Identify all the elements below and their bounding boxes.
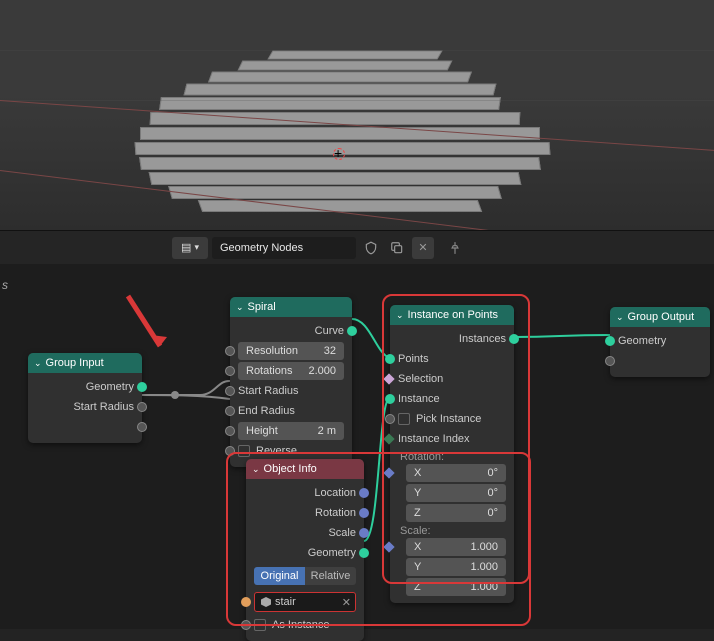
socket-output-curve[interactable] bbox=[347, 326, 357, 336]
end-radius-label: End Radius bbox=[238, 405, 295, 417]
input-label-geometry: Geometry bbox=[618, 335, 666, 347]
output-label-rotation: Rotation bbox=[315, 507, 356, 519]
socket-input-rotations[interactable] bbox=[225, 366, 235, 376]
node-title: Object Info bbox=[264, 463, 317, 475]
output-label-geometry: Geometry bbox=[308, 547, 356, 559]
output-label-instances: Instances bbox=[459, 333, 506, 345]
node-header[interactable]: ⌄ Instance on Points bbox=[390, 305, 514, 325]
object-picker-field[interactable]: stair ✕ bbox=[254, 592, 356, 612]
node-editor-canvas[interactable]: s ⌄ Group Input Geometry Start Radius bbox=[0, 264, 714, 629]
rotation-x-field[interactable]: X 0° bbox=[406, 464, 506, 482]
resolution-field[interactable]: Resolution 32 bbox=[238, 342, 344, 360]
socket-input-instance[interactable] bbox=[385, 394, 395, 404]
rotations-field[interactable]: Rotations 2.000 bbox=[238, 362, 344, 380]
input-label-instance: Instance bbox=[398, 393, 440, 405]
axis-label: s bbox=[2, 278, 8, 292]
socket-input-selection[interactable] bbox=[383, 373, 394, 384]
start-radius-label: Start Radius bbox=[238, 385, 299, 397]
node-group-output[interactable]: ⌄ Group Output Geometry bbox=[610, 307, 710, 377]
output-label-scale: Scale bbox=[328, 527, 356, 539]
node-title: Group Output bbox=[628, 311, 695, 323]
socket-output-rotation[interactable] bbox=[359, 508, 369, 518]
mesh-data-icon bbox=[261, 597, 271, 607]
object-name-label: stair bbox=[275, 596, 296, 608]
node-title: Spiral bbox=[248, 301, 276, 313]
mesh-preview bbox=[90, 30, 590, 220]
socket-input-height[interactable] bbox=[225, 426, 235, 436]
pick-instance-checkbox[interactable] bbox=[398, 413, 410, 425]
tab-relative[interactable]: Relative bbox=[305, 567, 356, 585]
input-label-points: Points bbox=[398, 353, 429, 365]
output-label-curve: Curve bbox=[315, 325, 344, 337]
rotation-section-label: Rotation: bbox=[390, 449, 514, 463]
scale-y-field[interactable]: Y 1.000 bbox=[406, 558, 506, 576]
socket-output-geometry[interactable] bbox=[359, 548, 369, 558]
node-spiral[interactable]: ⌄ Spiral Curve Resolution 32 Rotations 2… bbox=[230, 297, 352, 467]
editor-type-dropdown[interactable]: ▤▾ bbox=[172, 237, 208, 259]
node-title: Instance on Points bbox=[408, 309, 499, 321]
duplicate-icon[interactable] bbox=[386, 237, 408, 259]
socket-output-start-radius[interactable] bbox=[137, 402, 147, 412]
output-label-location: Location bbox=[314, 487, 356, 499]
nodegroup-name-field[interactable]: Geometry Nodes bbox=[212, 237, 356, 259]
node-header[interactable]: ⌄ Object Info bbox=[246, 459, 364, 479]
pin-icon[interactable] bbox=[444, 237, 466, 259]
reverse-label: Reverse bbox=[256, 445, 297, 457]
rotation-y-field[interactable]: Y 0° bbox=[406, 484, 506, 502]
node-header[interactable]: ⌄ Group Input bbox=[28, 353, 142, 373]
unlink-close-icon[interactable]: ✕ bbox=[412, 237, 434, 259]
rotation-z-field[interactable]: Z 0° bbox=[406, 504, 506, 522]
node-object-info[interactable]: ⌄ Object Info Location Rotation Scale Ge… bbox=[246, 459, 364, 641]
socket-input-geometry[interactable] bbox=[605, 336, 615, 346]
node-header[interactable]: ⌄ Spiral bbox=[230, 297, 352, 317]
socket-input-pick-instance[interactable] bbox=[385, 414, 395, 424]
output-label-geometry: Geometry bbox=[86, 381, 134, 393]
output-label-start-radius: Start Radius bbox=[73, 401, 134, 413]
socket-input-empty[interactable] bbox=[605, 356, 615, 366]
socket-input-object[interactable] bbox=[241, 597, 251, 607]
scale-x-field[interactable]: X 1.000 bbox=[406, 538, 506, 556]
socket-input-instance-index[interactable] bbox=[383, 433, 394, 444]
socket-output-location[interactable] bbox=[359, 488, 369, 498]
node-header[interactable]: ⌄ Group Output bbox=[610, 307, 710, 327]
node-tree-icon: ▤ bbox=[181, 241, 191, 254]
reverse-checkbox[interactable] bbox=[238, 445, 250, 457]
socket-input-reverse[interactable] bbox=[225, 446, 235, 456]
socket-input-rotation[interactable] bbox=[383, 467, 394, 478]
fake-user-shield-icon[interactable] bbox=[360, 237, 382, 259]
input-label-pick-instance: Pick Instance bbox=[416, 413, 481, 425]
input-label-instance-index: Instance Index bbox=[398, 433, 470, 445]
scale-z-field[interactable]: Z 1.000 bbox=[406, 578, 506, 596]
as-instance-label: As Instance bbox=[272, 619, 329, 631]
viewport-3d[interactable] bbox=[0, 0, 714, 230]
input-label-selection: Selection bbox=[398, 373, 443, 385]
scale-section-label: Scale: bbox=[390, 523, 514, 537]
socket-input-points[interactable] bbox=[385, 354, 395, 364]
clear-object-icon[interactable]: ✕ bbox=[342, 596, 351, 609]
socket-output-scale[interactable] bbox=[359, 528, 369, 538]
socket-output-instances[interactable] bbox=[509, 334, 519, 344]
socket-input-scale[interactable] bbox=[383, 541, 394, 552]
height-field[interactable]: Height 2 m bbox=[238, 422, 344, 440]
socket-input-start-radius[interactable] bbox=[225, 386, 235, 396]
socket-input-end-radius[interactable] bbox=[225, 406, 235, 416]
nodegroup-name-label: Geometry Nodes bbox=[220, 242, 303, 254]
socket-output-geometry[interactable] bbox=[137, 382, 147, 392]
tab-original[interactable]: Original bbox=[254, 567, 305, 585]
node-editor-header: ▤▾ Geometry Nodes ✕ bbox=[0, 230, 714, 264]
node-group-input[interactable]: ⌄ Group Input Geometry Start Radius bbox=[28, 353, 142, 443]
node-title: Group Input bbox=[46, 357, 104, 369]
socket-output-empty[interactable] bbox=[137, 422, 147, 432]
as-instance-checkbox[interactable] bbox=[254, 619, 266, 631]
node-instance-on-points[interactable]: ⌄ Instance on Points Instances Points Se… bbox=[390, 305, 514, 603]
socket-input-resolution[interactable] bbox=[225, 346, 235, 356]
